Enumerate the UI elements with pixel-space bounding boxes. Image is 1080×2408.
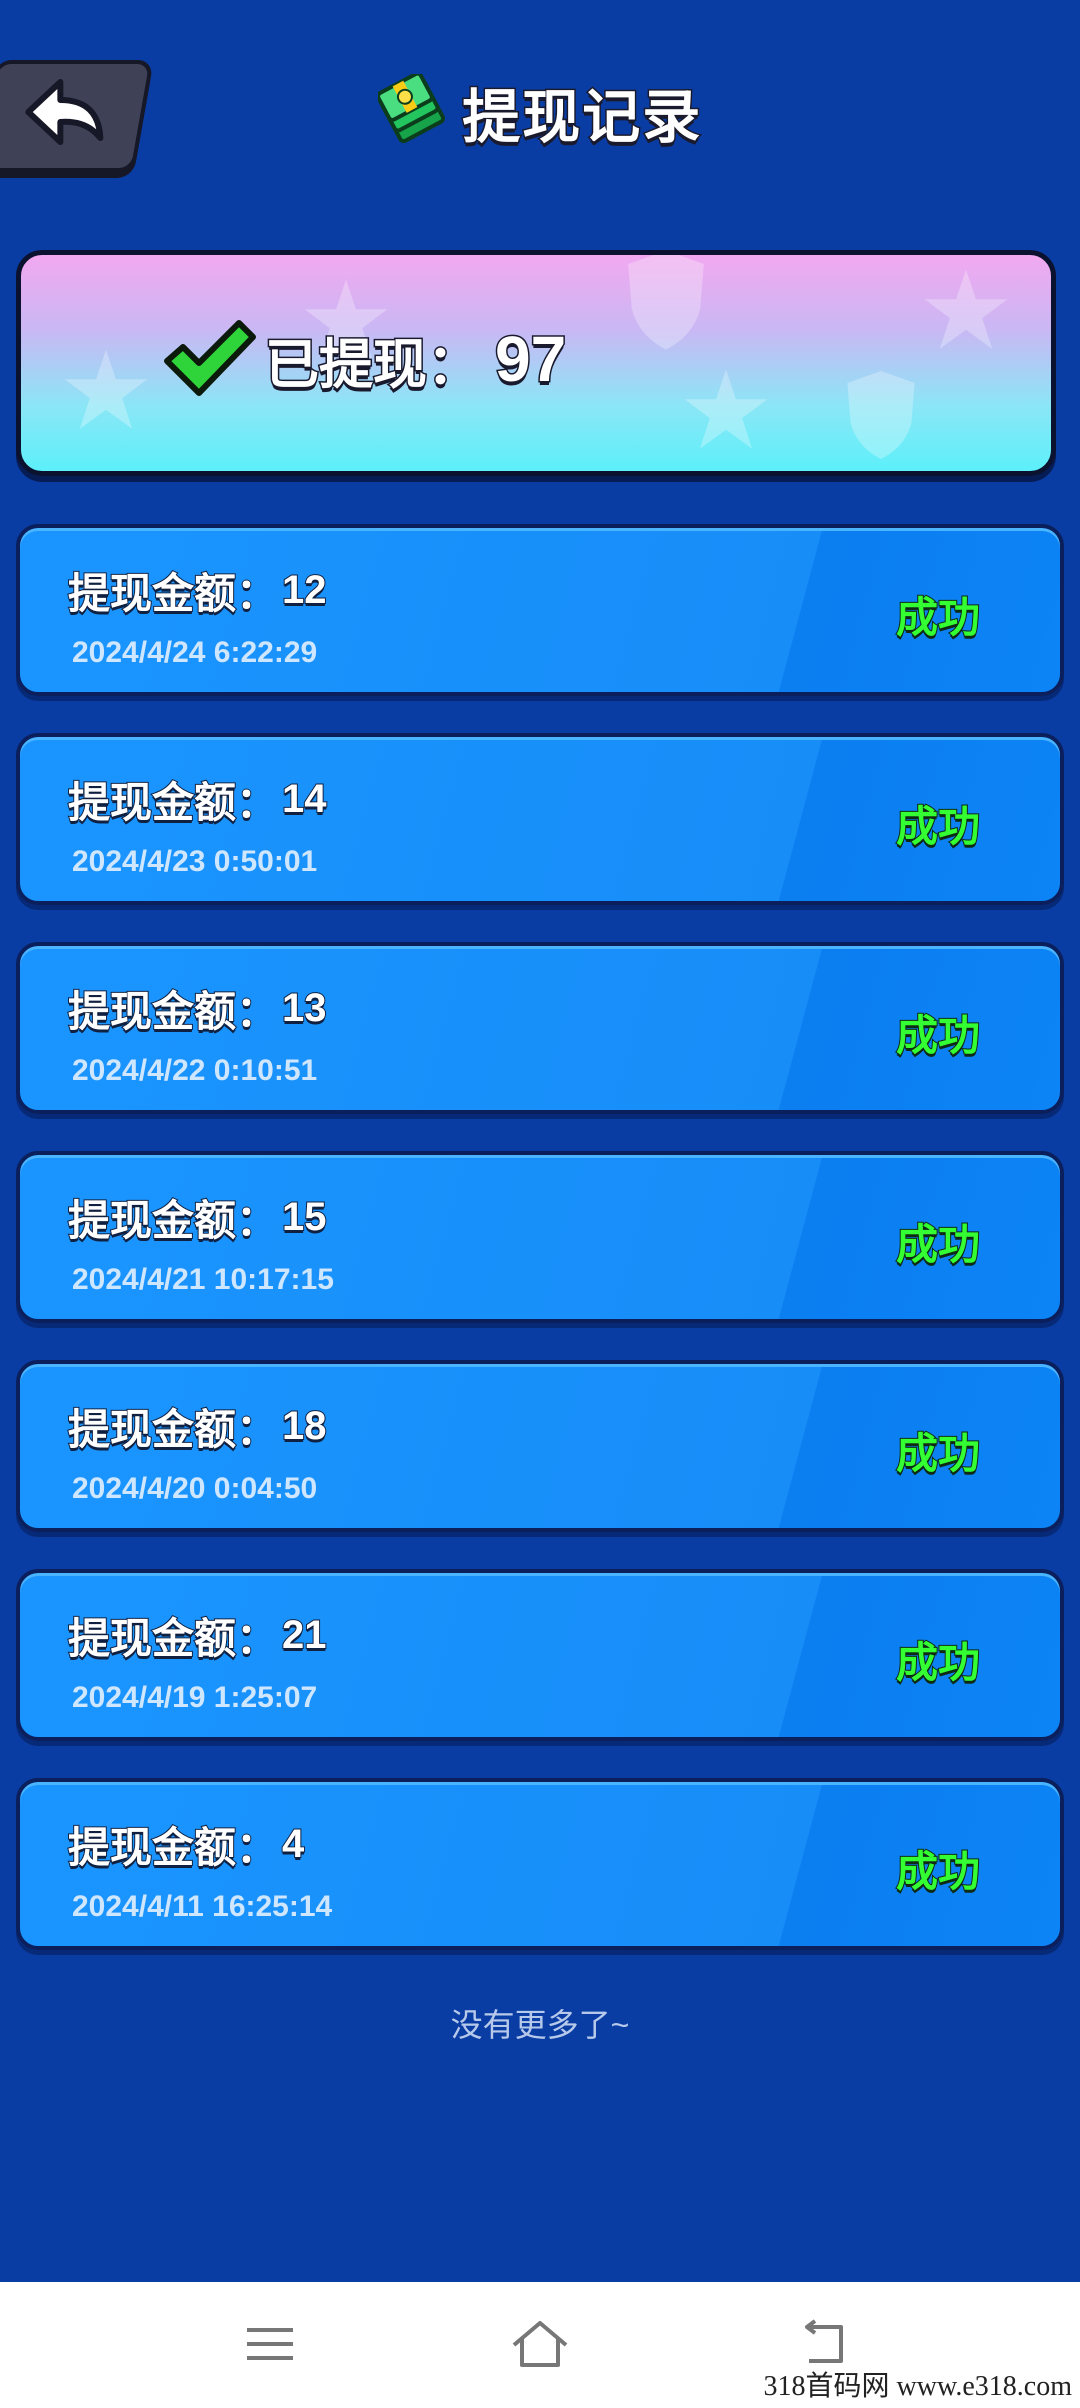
amount-label: 提现金额： — [67, 1405, 279, 1454]
amount-value: 18 — [281, 1403, 327, 1449]
system-nav-bar: 318首码网 www.e318.com — [0, 2282, 1080, 2408]
money-stack-icon — [375, 71, 446, 151]
status-badge: 成功 — [895, 1011, 981, 1060]
record-card: 提现金额： 21 2024/4/19 1:25:07 成功 — [16, 1569, 1064, 1741]
amount-label: 提现金额： — [67, 987, 279, 1036]
status-badge: 成功 — [895, 1638, 981, 1687]
page-title: 提现记录 — [461, 84, 703, 152]
record-time: 2024/4/21 10:17:15 — [72, 1263, 334, 1296]
status-badge: 成功 — [895, 1220, 981, 1269]
amount-value: 14 — [281, 776, 327, 822]
star-decoration-icon — [684, 369, 768, 449]
withdrawn-summary-banner: 已提现： 97 — [16, 250, 1056, 476]
record-card: 提现金额： 14 2024/4/23 0:50:01 成功 — [16, 733, 1064, 905]
record-card: 提现金额： 18 2024/4/20 0:04:50 成功 — [16, 1360, 1064, 1532]
withdrawal-record-list: 提现金额： 12 2024/4/24 6:22:29 成功 提现金额： 14 202… — [16, 524, 1064, 1987]
amount-label: 提现金额： — [67, 1196, 279, 1245]
green-checkmark-icon — [164, 320, 256, 396]
shield-decoration-icon — [847, 371, 915, 459]
amount-value: 13 — [281, 985, 327, 1031]
record-time: 2024/4/19 1:25:07 — [72, 1681, 318, 1714]
menu-button[interactable] — [230, 2312, 310, 2376]
home-button[interactable] — [500, 2312, 580, 2376]
record-time: 2024/4/22 0:10:51 — [72, 1054, 318, 1087]
withdrawn-total: 97 — [493, 322, 567, 397]
back-icon — [805, 2319, 843, 2363]
amount-value: 12 — [281, 567, 327, 613]
home-icon — [512, 2321, 568, 2367]
amount-label: 提现金额： — [67, 1614, 279, 1663]
status-badge: 成功 — [895, 1847, 981, 1896]
amount-label: 提现金额： — [67, 778, 279, 827]
end-of-list-text: 没有更多了~ — [450, 2007, 630, 2043]
record-time: 2024/4/20 0:04:50 — [72, 1472, 318, 1505]
record-time: 2024/4/23 0:50:01 — [72, 845, 318, 878]
page-header: 提现记录 — [0, 70, 1080, 154]
amount-value: 15 — [281, 1194, 327, 1240]
record-time: 2024/4/11 16:25:14 — [72, 1890, 333, 1923]
record-time: 2024/4/24 6:22:29 — [72, 636, 318, 669]
amount-label: 提现金额： — [67, 569, 279, 618]
star-decoration-icon — [924, 269, 1008, 349]
status-badge: 成功 — [895, 802, 981, 851]
amount-value: 21 — [281, 1612, 327, 1658]
amount-label: 提现金额： — [67, 1823, 279, 1872]
record-card: 提现金额： 4 2024/4/11 16:25:14 成功 — [16, 1778, 1064, 1950]
record-card: 提现金额： 15 2024/4/21 10:17:15 成功 — [16, 1151, 1064, 1323]
menu-icon — [247, 2328, 293, 2360]
watermark: 318首码网 www.e318.com — [763, 2371, 1072, 2402]
status-badge: 成功 — [895, 593, 981, 642]
amount-value: 4 — [281, 1821, 305, 1867]
record-card: 提现金额： 12 2024/4/24 6:22:29 成功 — [16, 524, 1064, 696]
withdrawn-label: 已提现： — [264, 333, 483, 396]
record-card: 提现金额： 13 2024/4/22 0:10:51 成功 — [16, 942, 1064, 1114]
shield-decoration-icon — [628, 255, 704, 350]
star-decoration-icon — [64, 349, 148, 429]
status-badge: 成功 — [895, 1429, 981, 1478]
